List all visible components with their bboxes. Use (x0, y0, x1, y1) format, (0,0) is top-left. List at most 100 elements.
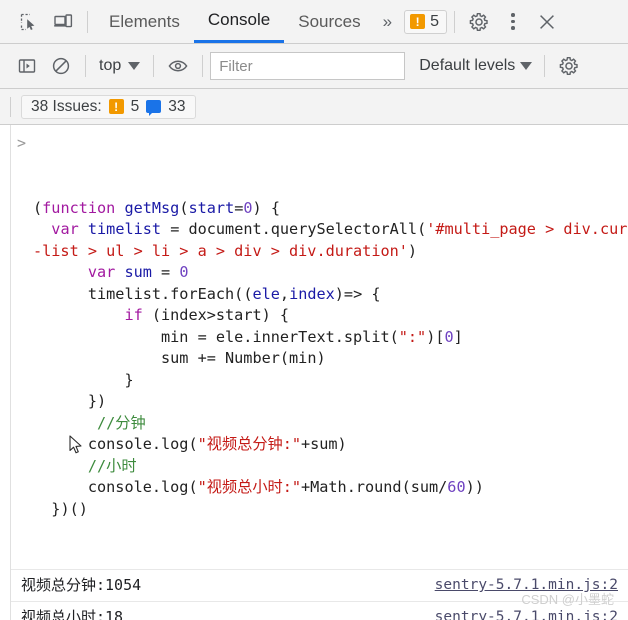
toolbar-divider-1 (85, 55, 86, 77)
code-token: })() (33, 499, 88, 518)
execution-context-label: top (99, 57, 122, 74)
code-token: sum (124, 263, 152, 281)
code-token: = (234, 198, 244, 217)
echo-prompt-icon: > (17, 134, 27, 152)
issues-summary-button[interactable]: 38 Issues: ! 5 33 (21, 94, 196, 119)
code-token: //分钟 (97, 413, 146, 432)
code-line: })() (33, 499, 628, 521)
devtools-window: Elements Console Sources » ! 5 top Filte… (0, 0, 628, 620)
code-line: var timelist = document.querySelectorAll… (33, 219, 628, 262)
toolbar-divider-2 (153, 55, 155, 77)
code-token: (index>start) { (142, 306, 290, 324)
code-token: , (279, 284, 290, 303)
tabbar-divider-1 (87, 10, 88, 33)
issues-summary-bar: 38 Issues: ! 5 33 (0, 89, 628, 125)
issues-count-label: 38 Issues: (31, 97, 102, 115)
toolbar-divider-3 (202, 55, 204, 77)
code-token: "视频总小时:" (197, 478, 301, 496)
code-token: console.log( (33, 435, 198, 453)
more-tabs-label: » (382, 11, 393, 31)
code-token: var (51, 220, 79, 238)
code-token: timelist (87, 220, 162, 238)
code-token: 60 (447, 478, 466, 496)
code-line: } (33, 370, 628, 392)
code-line: console.log("视频总分钟:"+sum) (33, 434, 628, 456)
code-line: //小时 (33, 456, 628, 478)
code-token: if (124, 306, 143, 324)
watermark: CSDN @小墨蛇 (521, 592, 614, 607)
code-token: start (188, 198, 235, 217)
code-line: sum += Number(min) (33, 348, 628, 370)
code-token: ( (179, 198, 189, 217)
code-line: if (index>start) { (33, 305, 628, 327)
code-token: 0 (179, 263, 189, 281)
kebab-menu-icon[interactable] (496, 7, 530, 37)
console-toolbar: top Default levels (0, 44, 628, 89)
execution-context-selector[interactable]: top (93, 55, 146, 77)
device-toolbar-icon[interactable] (46, 7, 80, 37)
code-token: )=> { (334, 284, 381, 303)
code-token: 0 (243, 198, 253, 217)
code-token: console.log( (33, 478, 198, 496)
tab-console[interactable]: Console (193, 0, 285, 43)
log-levels-label: Default levels (419, 57, 516, 74)
code-token: ( (33, 198, 43, 217)
code-token: = (151, 263, 180, 281)
code-token: min = ele.innerText.split( (33, 327, 399, 346)
warning-icon: ! (410, 14, 426, 29)
tab-sources-label: Sources (298, 11, 361, 31)
live-expression-eye-icon[interactable] (161, 51, 195, 81)
code-line: var sum = 0 (33, 262, 628, 284)
issues-warning-count: 5 (130, 97, 140, 115)
code-line: }) (33, 391, 628, 413)
inspect-element-icon[interactable] (12, 7, 46, 37)
tabbar-divider-2 (454, 10, 455, 33)
code-token: ":" (398, 327, 427, 346)
code-token: //小时 (87, 456, 137, 475)
toolbar-divider-4 (544, 55, 546, 77)
tab-elements[interactable]: Elements (95, 0, 194, 43)
issues-badge-button[interactable]: ! 5 (404, 9, 447, 34)
issues-badge-count: 5 (430, 12, 439, 30)
chevron-down-icon (128, 62, 141, 70)
console-log-message: 视频总分钟:1054 (21, 576, 142, 594)
console-settings-gear-icon[interactable] (552, 51, 586, 81)
code-token: var (87, 263, 116, 281)
code-token: index (289, 284, 335, 303)
console-log-message: 视频总小时:18 (21, 608, 124, 620)
code-token: } (33, 370, 134, 389)
code-token: +Math.round(sum/ (300, 478, 448, 496)
tab-console-label: Console (207, 10, 271, 29)
code-token: function (42, 198, 116, 217)
console-sidebar-icon[interactable] (10, 51, 44, 81)
code-line: timelist.forEach((ele,index)=> { (33, 284, 628, 306)
console-code-block: (function getMsg(start=0) { var timelist… (11, 198, 628, 521)
issues-info-count: 33 (168, 97, 186, 115)
code-token: = document.querySelectorAll( (161, 220, 427, 238)
code-token: "视频总分钟:" (197, 435, 301, 453)
log-levels-selector[interactable]: Default levels (419, 57, 533, 75)
gear-icon[interactable] (462, 7, 496, 37)
code-line: min = ele.innerText.split(":")[0] (33, 327, 628, 349)
tab-sources[interactable]: Sources (284, 0, 374, 43)
kebab-dots (511, 13, 515, 30)
code-token: 0 (444, 327, 454, 346)
clear-console-icon[interactable] (44, 51, 78, 81)
code-token: sum += Number(min) (33, 349, 326, 367)
close-icon[interactable] (530, 7, 564, 37)
devtools-tabbar: Elements Console Sources » ! 5 (0, 0, 628, 44)
code-line: console.log("视频总小时:"+Math.round(sum/60)) (33, 477, 628, 499)
filter-input[interactable] (210, 52, 406, 80)
code-token: ) (407, 241, 418, 260)
warning-icon: ! (108, 99, 124, 114)
code-token: }) (33, 392, 107, 410)
console-log-source-link[interactable]: sentry-5.7.1.min.js:2 (435, 606, 618, 620)
console-message-area[interactable]: > (function getMsg(start=0) { var timeli… (10, 125, 628, 620)
code-token: ) { (252, 198, 280, 217)
code-token: timelist.forEach(( (33, 284, 253, 303)
code-token: ] (453, 327, 463, 346)
more-tabs-icon[interactable]: » (375, 12, 398, 32)
